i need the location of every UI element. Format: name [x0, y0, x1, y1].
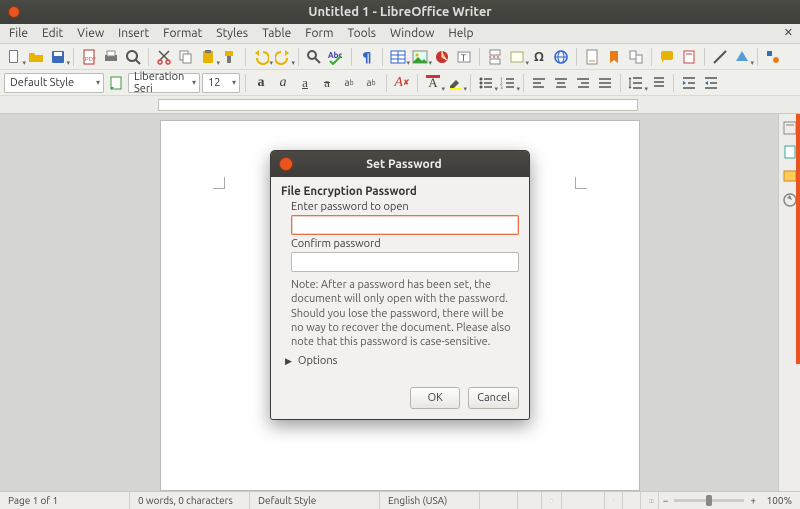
enter-password-input[interactable]: [291, 215, 519, 235]
set-password-dialog: Set Password File Encryption Password En…: [270, 150, 530, 420]
dialog-title: Set Password: [301, 158, 507, 171]
confirm-password-input[interactable]: [291, 252, 519, 272]
group-title: File Encryption Password: [281, 185, 519, 198]
options-label: Options: [298, 355, 337, 367]
modal-overlay: Set Password File Encryption Password En…: [0, 0, 800, 509]
dialog-body: File Encryption Password Enter password …: [271, 177, 529, 377]
dialog-button-row: OK Cancel: [271, 377, 529, 419]
options-expander[interactable]: ▶ Options: [285, 355, 519, 367]
password-note: Note: After a password has been set, the…: [291, 278, 519, 349]
chevron-right-icon: ▶: [285, 356, 292, 367]
enter-password-label: Enter password to open: [291, 201, 519, 213]
ok-button[interactable]: OK: [410, 387, 460, 409]
dialog-close-icon[interactable]: [279, 157, 293, 171]
confirm-password-label: Confirm password: [291, 238, 519, 250]
dialog-titlebar: Set Password: [271, 151, 529, 177]
cancel-button[interactable]: Cancel: [468, 387, 519, 409]
